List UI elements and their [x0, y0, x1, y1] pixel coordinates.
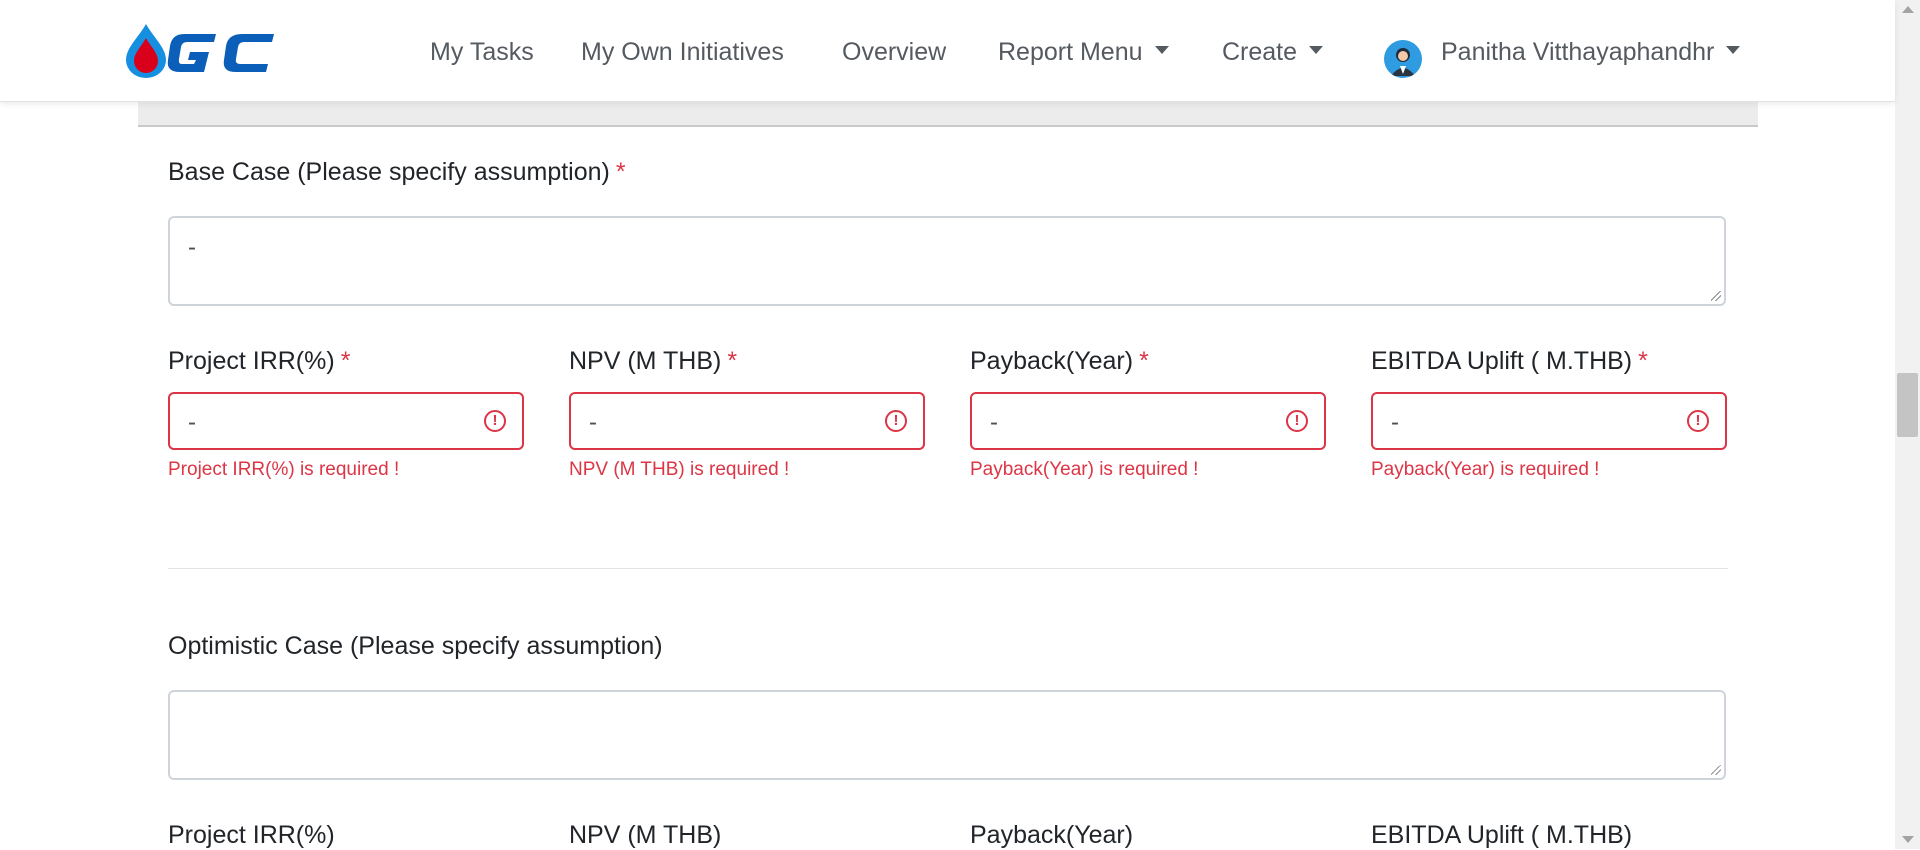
payback-label-text: Payback(Year)	[970, 347, 1134, 375]
required-mark: *	[1638, 347, 1648, 375]
ebitda-uplift-value: -	[1391, 409, 1399, 436]
ebitda-uplift-error: Payback(Year) is required !	[1371, 459, 1600, 480]
project-irr-label-text: Project IRR(%)	[168, 347, 335, 375]
nav-report-menu[interactable]: Report Menu	[998, 38, 1169, 67]
npv-label: NPV (M THB) *	[569, 347, 737, 376]
project-irr-error: Project IRR(%) is required !	[168, 459, 400, 480]
required-mark: *	[1139, 347, 1149, 375]
section-divider	[168, 568, 1728, 569]
scroll-down-arrow-icon[interactable]	[1902, 836, 1914, 843]
error-alert-icon: !	[1286, 410, 1308, 432]
required-mark: *	[340, 347, 351, 375]
optimistic-case-label: Optimistic Case (Please specify assumpti…	[168, 632, 663, 660]
optimistic-project-irr-label: Project IRR(%)	[168, 821, 335, 849]
caret-down-icon	[1726, 46, 1741, 55]
user-avatar-icon[interactable]	[1384, 40, 1422, 78]
project-irr-value: -	[188, 409, 196, 436]
nav-my-own-initiatives[interactable]: My Own Initiatives	[581, 38, 784, 67]
optimistic-npv-label: NPV (M THB)	[569, 821, 722, 849]
ebitda-uplift-label-text: EBITDA Uplift ( M.THB)	[1371, 347, 1633, 375]
nav-report-menu-label: Report Menu	[998, 38, 1143, 66]
error-alert-icon: !	[484, 410, 506, 432]
base-case-label: Base Case (Please specify assumption) *	[168, 158, 626, 187]
payback-label: Payback(Year) *	[970, 347, 1149, 376]
required-mark: *	[727, 347, 738, 375]
base-case-value: -	[188, 234, 196, 261]
user-menu[interactable]: Panitha Vitthayaphandhr	[1441, 38, 1741, 67]
optimistic-ebitda-uplift-label: EBITDA Uplift ( M.THB)	[1371, 821, 1633, 849]
nav-create[interactable]: Create	[1222, 38, 1324, 67]
section-header-band	[138, 101, 1758, 127]
payback-value: -	[990, 409, 998, 436]
payback-error: Payback(Year) is required !	[970, 459, 1199, 480]
optimistic-payback-label: Payback(Year)	[970, 821, 1134, 849]
nav-overview[interactable]: Overview	[842, 38, 946, 67]
optimistic-case-textarea[interactable]	[168, 690, 1726, 780]
npv-error: NPV (M THB) is required !	[569, 459, 790, 480]
project-irr-label: Project IRR(%) *	[168, 347, 350, 376]
caret-down-icon	[1154, 46, 1169, 55]
error-alert-icon: !	[885, 410, 907, 432]
npv-label-text: NPV (M THB)	[569, 347, 722, 375]
nav-create-label: Create	[1222, 38, 1298, 66]
caret-down-icon	[1309, 46, 1324, 55]
resize-handle-icon[interactable]	[1711, 765, 1721, 775]
base-case-textarea[interactable]: -	[168, 216, 1726, 306]
ebitda-uplift-label: EBITDA Uplift ( M.THB) *	[1371, 347, 1648, 376]
payback-input[interactable]: - !	[970, 392, 1326, 450]
gc-logo[interactable]	[124, 22, 294, 78]
nav-my-tasks[interactable]: My Tasks	[430, 38, 534, 67]
user-name: Panitha Vitthayaphandhr	[1441, 38, 1715, 66]
base-case-label-text: Base Case (Please specify assumption)	[168, 158, 610, 186]
resize-handle-icon[interactable]	[1711, 291, 1721, 301]
npv-input[interactable]: - !	[569, 392, 925, 450]
npv-value: -	[589, 409, 597, 436]
ebitda-uplift-input[interactable]: - !	[1371, 392, 1727, 450]
top-navbar: My Tasks My Own Initiatives Overview Rep…	[0, 0, 1895, 102]
scrollbar-thumb[interactable]	[1897, 373, 1918, 437]
project-irr-input[interactable]: - !	[168, 392, 524, 450]
required-mark: *	[615, 158, 626, 186]
error-alert-icon: !	[1687, 410, 1709, 432]
scroll-up-arrow-icon[interactable]	[1902, 6, 1914, 13]
